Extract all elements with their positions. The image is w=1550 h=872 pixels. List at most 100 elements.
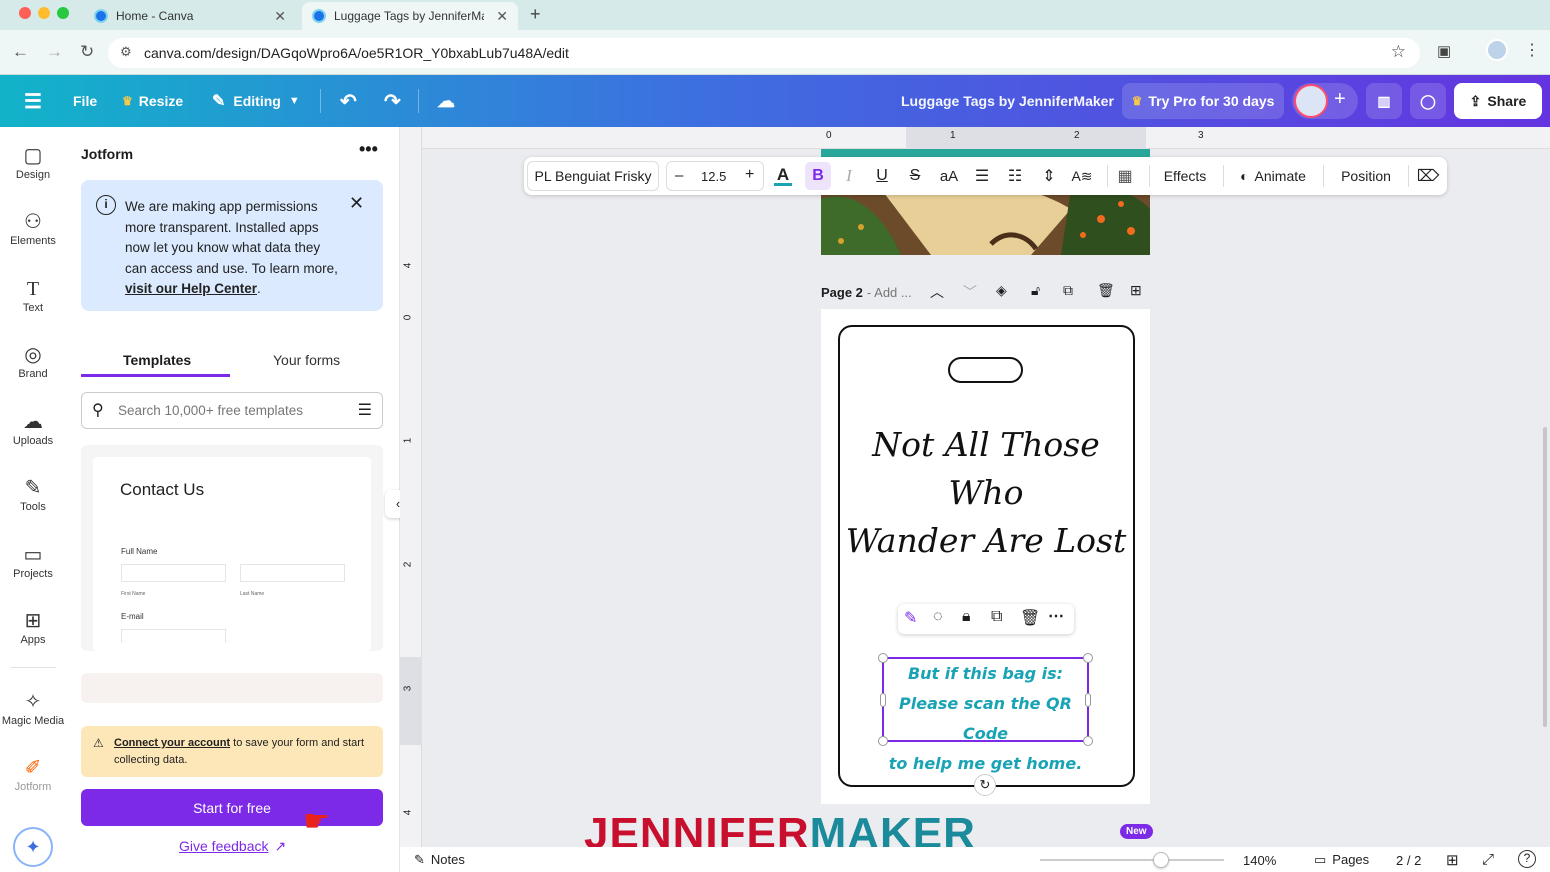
page-2[interactable]: Not All Those Who Wander Are Lost ✎ ◌ 🔒︎… <box>821 309 1150 804</box>
connect-account-link[interactable]: Connect your account <box>114 737 230 749</box>
panel-more-icon[interactable]: ••• <box>359 139 378 160</box>
effects-button[interactable]: Effects <box>1157 157 1213 195</box>
headline-text[interactable]: Not All Those Who Wander Are Lost <box>841 421 1131 565</box>
site-settings-icon[interactable]: ⚙ <box>120 44 132 60</box>
redo-icon[interactable]: ↷ <box>384 75 401 127</box>
notes-button[interactable]: ✎ Notes <box>414 852 465 868</box>
browser-tab-home[interactable]: Home - Canva ✕ <box>84 2 296 30</box>
forward-icon[interactable]: → <box>46 42 63 62</box>
template-card[interactable] <box>81 673 383 703</box>
position-button[interactable]: Position <box>1334 157 1398 195</box>
resize-handle[interactable] <box>1083 736 1093 746</box>
browser-menu-icon[interactable]: ⋮ <box>1524 40 1540 60</box>
template-search-input[interactable]: ⚲ Search 10,000+ free templates ☰ <box>81 392 383 429</box>
zoom-level[interactable]: 140% <box>1243 853 1276 868</box>
start-for-free-button[interactable]: Start for free <box>81 789 383 826</box>
fullscreen-icon[interactable]: ⤢ <box>1482 851 1494 868</box>
main-menu-icon[interactable]: ☰ <box>24 75 42 127</box>
lock-icon[interactable]: 🔒︎ <box>962 608 971 626</box>
close-window-icon[interactable] <box>19 7 31 19</box>
animate-button[interactable]: ◐ Animate <box>1234 157 1312 195</box>
maximize-window-icon[interactable] <box>57 7 69 19</box>
hide-page-icon[interactable]: ◈ <box>996 282 1007 299</box>
help-center-link[interactable]: visit our Help Center <box>125 281 257 296</box>
resize-handle[interactable] <box>880 693 886 707</box>
share-button[interactable]: ⇪ Share <box>1454 83 1542 119</box>
user-avatar[interactable] <box>1294 84 1328 118</box>
close-tab-icon[interactable]: ✕ <box>274 8 286 25</box>
reload-icon[interactable]: ↻ <box>80 42 94 62</box>
resize-handle[interactable] <box>1085 693 1091 707</box>
browser-tab-luggage[interactable]: Luggage Tags by JenniferMak ✕ <box>302 2 518 30</box>
file-menu-button[interactable]: File <box>73 75 97 127</box>
editing-mode-dropdown[interactable]: ✎ Editing ▼ <box>212 75 300 127</box>
url-input[interactable]: ⚙ canva.com/design/DAGqoWpro6A/oe5R1OR_Y… <box>108 38 1420 68</box>
copy-style-paint-roller-icon[interactable]: ⌦ <box>1417 157 1440 195</box>
cloud-save-icon[interactable]: ☁ <box>437 75 455 127</box>
increase-font-size-icon[interactable]: + <box>745 166 754 184</box>
text-effects-icon[interactable]: A≋ <box>1071 157 1093 195</box>
rotate-handle-icon[interactable]: ↻ <box>974 774 996 796</box>
collaborators-group[interactable]: + <box>1292 83 1358 119</box>
lock-page-icon[interactable]: 🔓︎ <box>1031 282 1040 299</box>
rail-item-elements[interactable]: ⚇ Elements <box>0 209 66 247</box>
bookmark-star-icon[interactable]: ☆ <box>1391 42 1406 62</box>
undo-icon[interactable]: ↶ <box>340 75 357 127</box>
tag-slot-hole[interactable] <box>948 357 1023 383</box>
italic-button[interactable]: I <box>839 157 859 195</box>
magic-edit-icon[interactable]: ✎ <box>904 608 917 628</box>
bold-button[interactable]: B <box>805 162 831 190</box>
font-family-select[interactable]: PL Benguiat Frisky <box>527 161 659 191</box>
selected-text-box[interactable]: But if this bag is: Please scan the QR C… <box>878 653 1093 773</box>
resize-button[interactable]: ♛ Resize <box>122 75 183 127</box>
text-color-button[interactable]: A <box>772 157 794 195</box>
minimize-window-icon[interactable] <box>38 7 50 19</box>
document-title[interactable]: Luggage Tags by JenniferMaker <box>901 75 1114 127</box>
give-feedback-link[interactable]: Give feedback ↗ <box>179 838 286 855</box>
cast-icon[interactable]: ▣ <box>1437 42 1451 60</box>
back-icon[interactable]: ← <box>12 42 29 62</box>
more-options-icon[interactable]: ⋯ <box>1048 606 1064 626</box>
rail-item-apps[interactable]: ⊞ Apps <box>0 608 66 646</box>
insights-chart-icon[interactable]: ▥ <box>1366 83 1402 119</box>
page-down-chevron-icon[interactable]: ﹀ <box>963 282 977 302</box>
duplicate-icon[interactable]: ⧉ <box>991 608 1002 626</box>
page-up-chevron-icon[interactable]: ︿ <box>930 282 944 302</box>
close-icon[interactable]: ✕ <box>349 193 364 214</box>
grid-view-icon[interactable]: ⊞ <box>1446 851 1459 869</box>
rail-item-jotform[interactable]: ✐ Jotform <box>0 755 66 793</box>
decrease-font-size-icon[interactable]: – <box>675 167 683 184</box>
new-tab-icon[interactable]: + <box>530 4 541 25</box>
magic-assistant-icon[interactable]: ✦ <box>13 827 53 867</box>
delete-icon[interactable]: 🗑︎ <box>1020 608 1040 628</box>
align-center-icon[interactable]: ☰ <box>972 157 992 195</box>
add-page-icon[interactable]: ⊞ <box>1130 282 1142 299</box>
rail-item-text[interactable]: T Text <box>0 276 66 314</box>
rail-item-projects[interactable]: ▭ Projects <box>0 542 66 580</box>
help-icon[interactable]: ? <box>1518 850 1536 868</box>
zoom-slider-track[interactable] <box>1040 859 1224 861</box>
underline-button[interactable]: U <box>872 157 892 195</box>
template-card[interactable]: Contact Us Full Name First Name Last Nam… <box>81 445 383 651</box>
letter-case-button[interactable]: aA <box>937 157 961 195</box>
spacing-icon[interactable]: ⇕ <box>1038 157 1060 195</box>
rail-item-design[interactable]: ▢ Design <box>0 143 66 181</box>
tab-templates[interactable]: Templates <box>123 352 191 368</box>
rail-item-magic-media[interactable]: ✧ Magic Media <box>0 689 66 727</box>
resize-handle[interactable] <box>1083 653 1093 663</box>
rail-item-tools[interactable]: ✎ Tools <box>0 475 66 513</box>
try-pro-button[interactable]: ♛ Try Pro for 30 days <box>1122 83 1284 119</box>
resize-handle[interactable] <box>878 653 888 663</box>
profile-avatar[interactable] <box>1486 39 1508 61</box>
transparency-icon[interactable]: ▦ <box>1115 157 1135 195</box>
add-comment-icon[interactable]: ◌ <box>933 608 943 626</box>
close-tab-icon[interactable]: ✕ <box>496 8 508 25</box>
strikethrough-button[interactable]: S <box>905 157 925 195</box>
pages-button[interactable]: ▭ Pages <box>1314 852 1369 868</box>
tab-your-forms[interactable]: Your forms <box>273 352 340 368</box>
delete-page-icon[interactable]: 🗑︎ <box>1097 282 1115 299</box>
resize-handle[interactable] <box>878 736 888 746</box>
duplicate-page-icon[interactable]: ⧉ <box>1063 282 1073 299</box>
comments-icon[interactable]: ◯ <box>1410 83 1446 119</box>
font-size-input[interactable]: 12.5 <box>701 169 726 184</box>
